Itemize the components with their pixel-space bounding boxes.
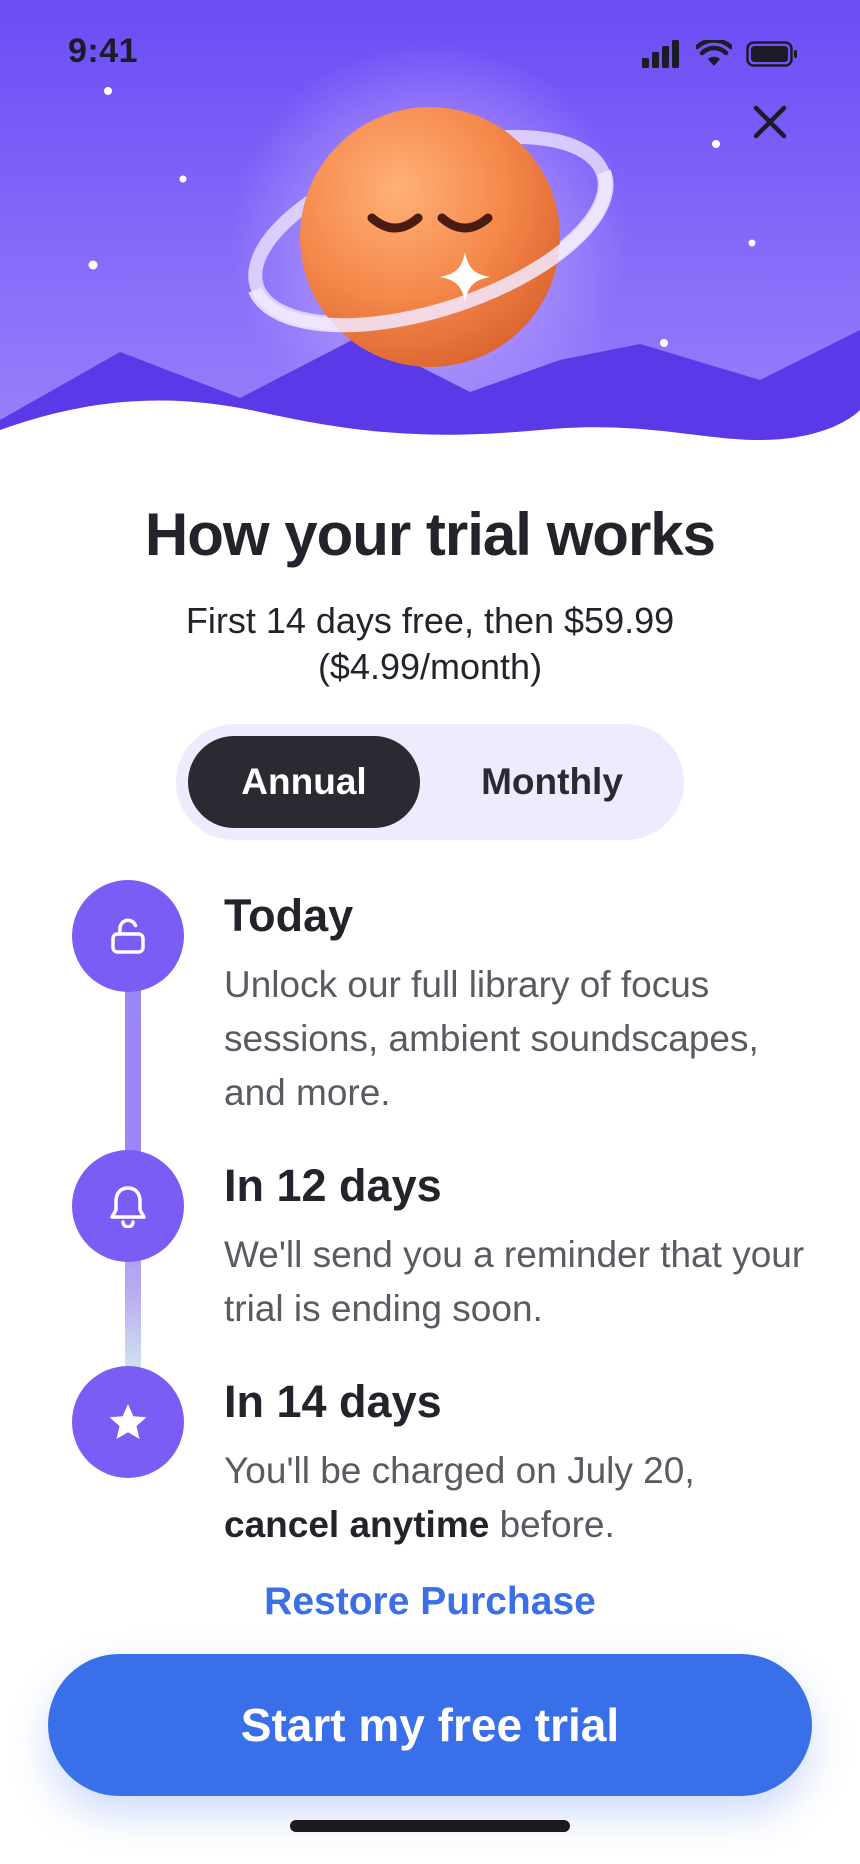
status-bar: 9:41: [0, 0, 860, 110]
page-title: How your trial works: [144, 501, 716, 568]
home-indicator: [290, 1820, 570, 1832]
start-free-trial-button[interactable]: Start my free trial: [48, 1654, 812, 1796]
bell-icon: [110, 1186, 146, 1228]
timeline-title-today: Today: [224, 890, 354, 941]
charge-desc-suffix: before.: [499, 1504, 615, 1545]
star-icon: [109, 1404, 147, 1439]
timeline-desc-today: Unlock our full library of focus session…: [224, 964, 759, 1113]
close-icon: [753, 105, 787, 139]
plan-toggle: Annual Monthly: [176, 724, 684, 840]
timeline-icon-today: [72, 880, 184, 992]
unlock-icon: [111, 918, 145, 954]
timeline-icon-charge: [72, 1366, 184, 1478]
charge-desc-prefix: You'll be charged on July 20,: [224, 1450, 695, 1491]
timeline-title-reminder: In 12 days: [224, 1160, 442, 1211]
price-subtitle: First 14 days free, then $59.99 ($4.99/m…: [185, 600, 675, 687]
cellular-signal-icon: [642, 40, 679, 68]
status-time: 9:41: [68, 32, 139, 70]
plan-option-monthly[interactable]: Monthly: [432, 736, 672, 828]
status-icons: [642, 40, 798, 68]
timeline-title-charge: In 14 days: [224, 1376, 442, 1427]
plan-option-annual[interactable]: Annual: [188, 736, 420, 828]
charge-desc-bold: cancel anytime: [224, 1504, 490, 1545]
close-button[interactable]: [740, 92, 800, 152]
trial-paywall-screen: 9:41 How your trial works First 14 days …: [0, 0, 860, 1864]
battery-icon: [746, 41, 797, 67]
restore-purchase-link[interactable]: Restore Purchase: [0, 1580, 860, 1624]
timeline-icon-reminder: [72, 1150, 184, 1262]
timeline-desc-charge: You'll be charged on July 20, cancel any…: [224, 1444, 814, 1552]
wifi-icon: [696, 40, 732, 66]
timeline-desc-reminder: We'll send you a reminder that your tria…: [224, 1234, 805, 1329]
